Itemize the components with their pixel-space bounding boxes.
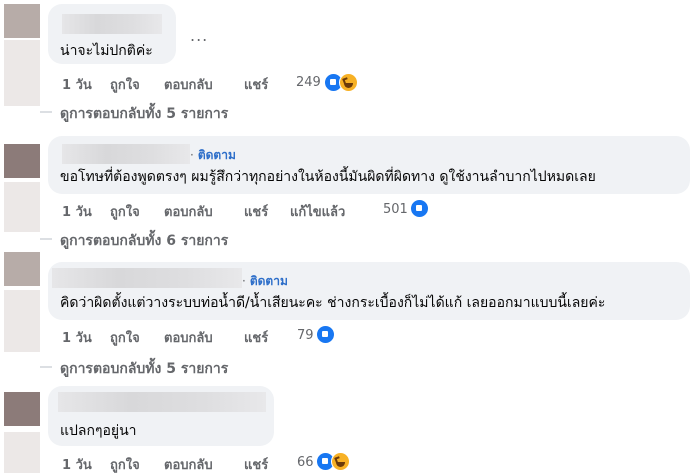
avatar[interactable] xyxy=(4,144,40,178)
avatar-placeholder xyxy=(4,40,40,106)
avatar[interactable] xyxy=(4,4,40,38)
follow-label: ติดตาม xyxy=(197,148,236,162)
reply-connector xyxy=(40,366,52,368)
author-name-redacted[interactable] xyxy=(62,14,162,34)
reaction-count[interactable]: 249 xyxy=(296,75,321,90)
avatar-placeholder xyxy=(4,432,40,473)
like-icon[interactable] xyxy=(316,325,335,344)
avatar[interactable] xyxy=(4,252,40,286)
avatar-placeholder xyxy=(4,182,40,232)
author-name-redacted[interactable] xyxy=(58,392,266,412)
comment-text: ขอโทษที่ต้องพูดตรงๆ ผมรู้สึกว่าทุกอย่างใ… xyxy=(60,169,596,185)
like-button[interactable]: ถูกใจ xyxy=(110,454,140,475)
avatar[interactable] xyxy=(4,392,40,426)
like-button[interactable]: ถูกใจ xyxy=(110,74,140,95)
haha-icon[interactable] xyxy=(339,73,358,92)
timestamp[interactable]: 1 วัน xyxy=(62,201,92,222)
share-button[interactable]: แชร์ xyxy=(244,201,268,222)
share-button[interactable]: แชร์ xyxy=(244,454,268,475)
like-button[interactable]: ถูกใจ xyxy=(110,201,140,222)
reply-connector xyxy=(40,111,52,113)
comment-actions: 1 วัน ถูกใจ ตอบกลับ แชร์ xyxy=(62,327,322,348)
follow-link[interactable]: · ติดตาม xyxy=(242,272,288,291)
comment-bubble: · ติดตาม คิดว่าผิดตั้งแต่วางระบบท่อน้ำดี/… xyxy=(48,262,690,320)
edited-label[interactable]: แก้ไขแล้ว xyxy=(290,201,345,222)
author-name-redacted[interactable] xyxy=(52,268,242,288)
comment-text: คิดว่าผิดตั้งแต่วางระบบท่อน้ำดี/น้ำเสียน… xyxy=(60,295,606,311)
share-button[interactable]: แชร์ xyxy=(244,327,268,348)
comment-actions: 1 วัน ถูกใจ ตอบกลับ แชร์ xyxy=(62,74,322,95)
reaction-count[interactable]: 66 xyxy=(297,455,314,470)
like-button[interactable]: ถูกใจ xyxy=(110,327,140,348)
comment-actions: 1 วัน ถูกใจ ตอบกลับ แชร์ แก้ไขแล้ว xyxy=(62,201,402,222)
follow-label: ติดตาม xyxy=(249,274,288,288)
reply-connector xyxy=(40,238,52,240)
avatar-placeholder xyxy=(4,290,40,352)
comment-bubble: แปลกๆอยู่นา xyxy=(48,386,274,446)
timestamp[interactable]: 1 วัน xyxy=(62,74,92,95)
haha-icon[interactable] xyxy=(331,452,350,471)
comment-actions: 1 วัน ถูกใจ ตอบกลับ แชร์ xyxy=(62,454,322,475)
comment-bubble: · ติดตาม ขอโทษที่ต้องพูดตรงๆ ผมรู้สึกว่าท… xyxy=(48,136,690,194)
reply-button[interactable]: ตอบกลับ xyxy=(164,454,213,475)
timestamp[interactable]: 1 วัน xyxy=(62,327,92,348)
reaction-count[interactable]: 501 xyxy=(383,202,408,217)
reply-button[interactable]: ตอบกลับ xyxy=(164,74,213,95)
reply-button[interactable]: ตอบกลับ xyxy=(164,327,213,348)
comment-text: แปลกๆอยู่นา xyxy=(60,423,137,439)
reply-button[interactable]: ตอบกลับ xyxy=(164,201,213,222)
reaction-count[interactable]: 79 xyxy=(297,328,314,343)
more-options-icon[interactable]: ... xyxy=(190,26,208,45)
view-replies-link[interactable]: ดูการตอบกลับทั้ง 5 รายการ xyxy=(60,358,228,380)
view-replies-link[interactable]: ดูการตอบกลับทั้ง 6 รายการ xyxy=(60,230,228,252)
like-icon[interactable] xyxy=(410,199,429,218)
comment-bubble: น่าจะไม่ปกติค่ะ xyxy=(48,4,176,64)
author-name-redacted[interactable] xyxy=(62,144,190,164)
view-replies-link[interactable]: ดูการตอบกลับทั้ง 5 รายการ xyxy=(60,103,228,125)
comment-text: น่าจะไม่ปกติค่ะ xyxy=(60,43,153,59)
share-button[interactable]: แชร์ xyxy=(244,74,268,95)
timestamp[interactable]: 1 วัน xyxy=(62,454,92,475)
follow-link[interactable]: · ติดตาม xyxy=(190,146,236,165)
